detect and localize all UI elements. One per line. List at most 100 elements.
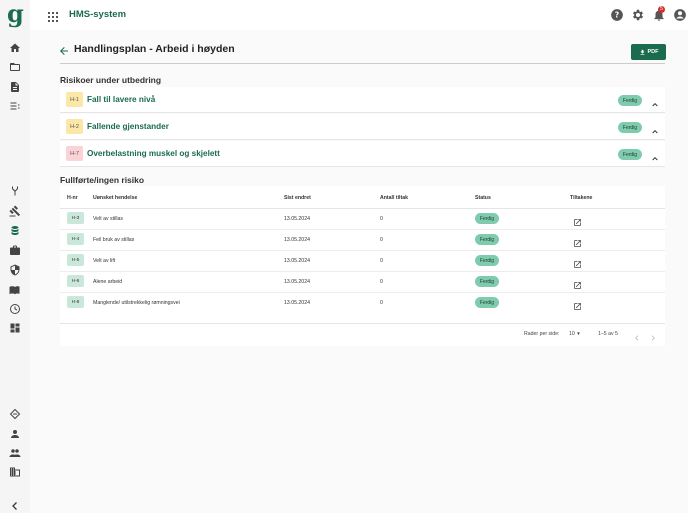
- chevron-up-icon[interactable]: [651, 96, 659, 107]
- chevron-up-icon[interactable]: [651, 150, 659, 161]
- table-row[interactable]: H-5 Velt av lift 13.05.2024 0 Ferdig: [60, 251, 665, 272]
- status-badge: Ferdig: [618, 95, 642, 106]
- count-cell: 0: [380, 237, 383, 243]
- account-icon[interactable]: [673, 8, 687, 22]
- open-in-new-icon[interactable]: [573, 256, 582, 268]
- risk-row[interactable]: H-2 Fallende gjenstander Ferdig: [60, 114, 665, 140]
- risk-code-badge: H-5: [67, 254, 84, 266]
- back-arrow-icon[interactable]: [58, 44, 70, 56]
- table-row[interactable]: H-8 Manglende/ utilstrekkelig rømningsve…: [60, 293, 665, 314]
- event-cell: Velt av lift: [93, 258, 116, 264]
- open-in-new-icon[interactable]: [573, 277, 582, 289]
- table-row[interactable]: H-3 Velt av stillas 13.05.2024 0 Ferdig: [60, 209, 665, 230]
- column-header: Status: [475, 195, 491, 201]
- status-badge: Ferdig: [475, 213, 499, 224]
- notification-badge: 5: [658, 6, 665, 13]
- table-footer-divider: [60, 323, 665, 324]
- open-in-new-icon[interactable]: [573, 298, 582, 310]
- next-page-icon[interactable]: [649, 329, 657, 341]
- top-bar: HMS-system ? 5: [30, 0, 688, 30]
- completed-risks-table: H-nr Uønsket hendelse Sist endret Antall…: [60, 186, 665, 346]
- event-cell: Velt av stillas: [93, 216, 123, 222]
- event-cell: Manglende/ utilstrekkelig rømningsvei: [93, 300, 180, 306]
- list-icon[interactable]: [8, 99, 22, 113]
- chevron-up-icon[interactable]: [651, 123, 659, 134]
- previous-page-icon[interactable]: [633, 329, 641, 341]
- risk-code-badge: H-2: [66, 119, 83, 134]
- book-icon[interactable]: [8, 283, 22, 297]
- open-in-new-icon[interactable]: [573, 214, 582, 226]
- table-row[interactable]: H-4 Feil bruk av stillas 13.05.2024 0 Fe…: [60, 230, 665, 251]
- download-icon: [639, 49, 645, 55]
- briefcase-icon[interactable]: [8, 243, 22, 257]
- column-header: Uønsket hendelse: [93, 195, 138, 201]
- risk-code-badge: H-4: [67, 233, 84, 245]
- collapse-chevron-icon[interactable]: [8, 499, 22, 513]
- risk-code-badge: H-6: [67, 275, 84, 287]
- status-badge: Ferdig: [475, 276, 499, 287]
- changed-cell: 13.05.2024: [284, 216, 310, 222]
- pagination-range: 1–5 av 5: [598, 331, 618, 337]
- risk-name: Fallende gjenstander: [87, 122, 169, 131]
- gavel-icon[interactable]: [8, 204, 22, 218]
- page-title: Handlingsplan - Arbeid i høyden: [74, 43, 235, 55]
- changed-cell: 13.05.2024: [284, 300, 310, 306]
- svg-text:?: ?: [615, 11, 619, 20]
- risk-code-badge: H-3: [67, 212, 84, 224]
- rows-per-page-select[interactable]: 10 ▼: [569, 331, 581, 337]
- folder-icon[interactable]: [8, 60, 22, 74]
- count-cell: 0: [380, 279, 383, 285]
- count-cell: 0: [380, 258, 383, 264]
- fork-icon[interactable]: [8, 184, 22, 198]
- help-icon[interactable]: ?: [610, 8, 624, 22]
- pdf-download-button[interactable]: PDF: [631, 44, 666, 60]
- apps-grid-icon[interactable]: [48, 9, 58, 22]
- status-badge: Ferdig: [618, 122, 642, 133]
- pdf-button-label: PDF: [647, 49, 659, 55]
- app-logo[interactable]: g: [7, 2, 24, 27]
- risk-row[interactable]: H-7 Overbelastning muskel og skjelett Fe…: [60, 141, 665, 167]
- count-cell: 0: [380, 300, 383, 306]
- status-badge: Ferdig: [618, 149, 642, 160]
- column-header: Antall tiltak: [380, 195, 408, 201]
- event-cell: Feil bruk av stillas: [93, 237, 135, 243]
- rows-per-page-label: Rader per side:: [524, 331, 560, 337]
- status-badge: Ferdig: [475, 255, 499, 266]
- changed-cell: 13.05.2024: [284, 258, 310, 264]
- risk-code-badge: H-8: [67, 296, 84, 308]
- title-divider: [60, 63, 665, 64]
- dropdown-arrow-icon: ▼: [576, 331, 581, 336]
- settings-list-icon[interactable]: [8, 407, 22, 421]
- status-badge: Ferdig: [475, 234, 499, 245]
- risk-code-badge: H-1: [66, 92, 83, 107]
- risk-code-badge: H-7: [66, 146, 83, 161]
- column-header: Tiltakene: [570, 195, 593, 201]
- open-in-new-icon[interactable]: [573, 235, 582, 247]
- changed-cell: 13.05.2024: [284, 237, 310, 243]
- risk-name: Fall til lavere nivå: [87, 95, 156, 104]
- rows-per-page-value: 10: [569, 331, 575, 337]
- database-icon[interactable]: [8, 224, 22, 238]
- person-icon[interactable]: [8, 427, 22, 441]
- completed-section-title: Fullførte/ingen risiko: [60, 175, 145, 185]
- column-header: Sist endret: [284, 195, 311, 201]
- risk-row[interactable]: H-1 Fall til lavere nivå Ferdig: [60, 87, 665, 113]
- count-cell: 0: [380, 216, 383, 222]
- risk-name: Overbelastning muskel og skjelett: [87, 149, 220, 158]
- app-title[interactable]: HMS-system: [69, 9, 126, 20]
- main-content: Handlingsplan - Arbeid i høyden PDF Risi…: [30, 30, 688, 513]
- people-icon[interactable]: [8, 446, 22, 460]
- gear-icon[interactable]: [631, 8, 645, 22]
- document-icon[interactable]: [8, 80, 22, 94]
- history-icon[interactable]: [8, 302, 22, 316]
- home-icon[interactable]: [8, 41, 22, 55]
- changed-cell: 13.05.2024: [284, 279, 310, 285]
- table-row[interactable]: H-6 Alene arbeid 13.05.2024 0 Ferdig: [60, 272, 665, 293]
- event-cell: Alene arbeid: [93, 279, 123, 285]
- business-icon[interactable]: [8, 465, 22, 479]
- dashboard-icon[interactable]: [8, 321, 22, 335]
- sidebar: g: [0, 0, 30, 513]
- risks-section-title: Risikoer under utbedring: [60, 75, 162, 85]
- shield-icon[interactable]: [8, 263, 22, 277]
- status-badge: Ferdig: [475, 297, 499, 308]
